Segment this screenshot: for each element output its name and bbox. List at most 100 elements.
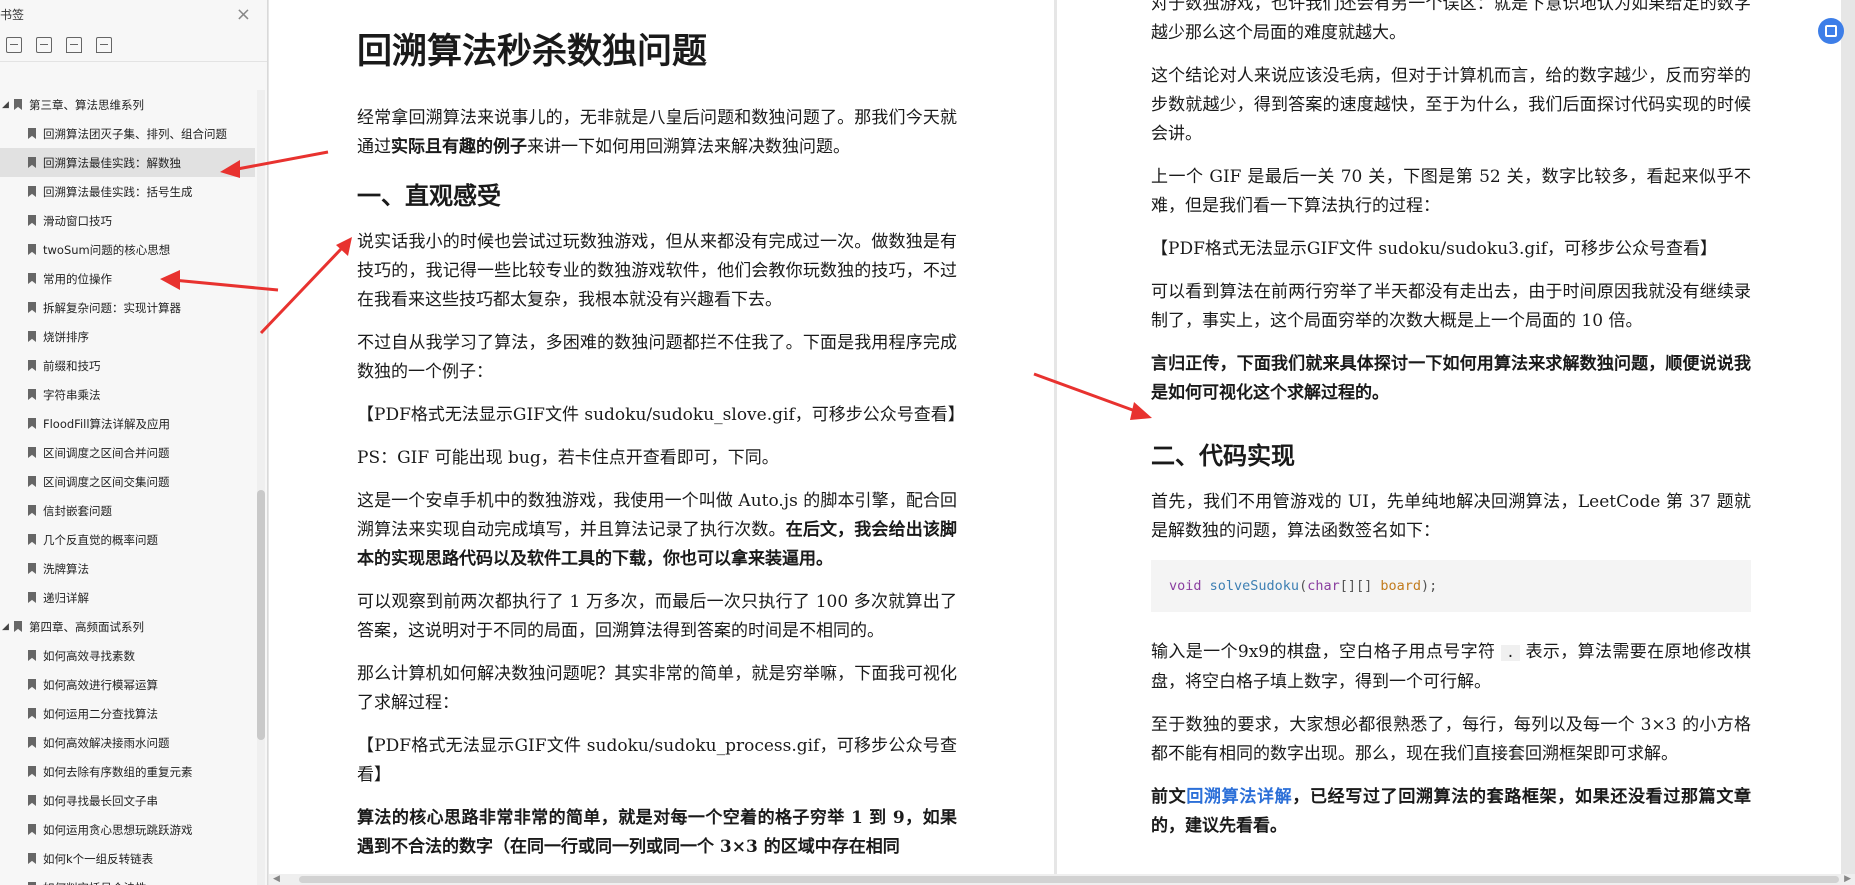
bookmark-chapter[interactable]: ◢ 第四章、高频面试系列 [0,612,255,641]
bookmark-icon [28,331,36,342]
bookmark-icon [14,99,22,110]
add-bookmark-icon[interactable] [66,36,82,53]
link-backtrack-article[interactable]: 回溯算法详解 [1186,787,1292,807]
bookmark-item-label: 常用的位操作 [43,271,112,286]
section-heading: 二、代码实现 [1151,441,1295,470]
bookmark-icon [28,215,36,226]
code-block: void solveSudoku(char[][] board); [1151,560,1751,612]
bookmark-item-label: 滑动窗口技巧 [43,213,112,228]
scroll-right-icon[interactable]: ▶ [1844,874,1851,884]
sidebar-title: 书签 [0,7,25,22]
bookmark-icon [28,186,36,197]
collapse-all-icon[interactable] [36,36,52,53]
bookmark-icon [28,563,36,574]
bookmark-item[interactable]: twoSum问题的核心思想 [0,235,255,264]
bookmark-item[interactable]: 如何判定括号合法性 [0,873,255,885]
bookmark-icon [28,447,36,458]
bookmark-item-label: 区间调度之区间合并问题 [43,445,170,460]
bookmark-item-label: 如何k个一组反转链表 [43,851,154,866]
collapse-triangle-icon[interactable]: ◢ [2,100,12,110]
scroll-left-icon[interactable]: ◀ [273,874,280,884]
bookmark-icon [28,128,36,139]
bookmark-item[interactable]: 回溯算法最佳实践：括号生成 [0,177,255,206]
bookmark-item[interactable]: 滑动窗口技巧 [0,206,255,235]
bookmark-icon [28,592,36,603]
gif-placeholder: 【PDF格式无法显示GIF文件 sudoku/sudoku3.gif，可移步公众… [1151,239,1717,259]
bookmark-item[interactable]: 如何高效进行模幂运算 [0,670,255,699]
bookmark-item-label: 前缀和技巧 [43,358,101,373]
paragraph: 这是一个安卓手机中的数独游戏，我使用一个叫做 Auto.js 的脚本引擎，配合回… [357,491,958,569]
gif-placeholder: 【PDF格式无法显示GIF文件 sudoku/sudoku_process.gi… [357,736,957,785]
bookmark-item-label: 字符串乘法 [43,387,101,402]
bookmark-item[interactable]: 区间调度之区间交集问题 [0,467,255,496]
bookmark-item[interactable]: 拆解复杂问题：实现计算器 [0,293,255,322]
horizontal-scrollbar[interactable]: ◀ ▶ [269,874,1855,885]
gif-placeholder: 【PDF格式无法显示GIF文件 sudoku/sudoku_slove.gif，… [357,405,965,425]
paragraph: 不过自从我学习了算法，多困难的数独问题都拦不住我了。下面是我用程序完成数独的一个… [357,333,957,382]
remove-bookmark-icon[interactable] [96,36,112,53]
bookmark-item[interactable]: 如何运用二分查找算法 [0,699,255,728]
bookmark-item-label: 如何寻找最长回文子串 [43,793,158,808]
bookmark-icon [28,273,36,284]
bookmark-chapter[interactable]: ◢ 第三章、算法思维系列 [0,90,255,119]
bookmark-icon [28,737,36,748]
bookmark-icon [28,824,36,835]
page-title: 回溯算法秒杀数独问题 [357,31,708,72]
bookmark-item[interactable]: 回溯算法最佳实践：解数独 [0,148,255,177]
bookmark-item[interactable]: 回溯算法团灭子集、排列、组合问题 [0,119,255,148]
window-icon [1825,25,1837,37]
bookmark-item[interactable]: 如何去除有序数组的重复元素 [0,757,255,786]
floating-action-button[interactable] [1818,18,1844,44]
horizontal-scrollbar-thumb[interactable] [299,876,1839,883]
paragraph: 前文回溯算法详解，已经写过了回溯算法的套路框架，如果还没看过那篇文章的，建议先看… [1151,787,1752,836]
bookmark-item[interactable]: FloodFill算法详解及应用 [0,409,255,438]
section-heading: 一、直观感受 [357,181,501,210]
bookmark-icon [28,534,36,545]
paragraph: 对于数独游戏，也许我们还会有另一个误区：就是下意识地认为如果给定的数字越少那么这… [1151,0,1751,43]
bookmark-item[interactable]: 几个反直觉的概率问题 [0,525,255,554]
bookmark-item[interactable]: 烧饼排序 [0,322,255,351]
bookmark-item-label: FloodFill算法详解及应用 [43,416,171,431]
bookmark-item-label: 拆解复杂问题：实现计算器 [43,300,181,315]
sidebar-scrollbar-thumb[interactable] [257,490,265,740]
bookmark-item[interactable]: 如何高效解决接雨水问题 [0,728,255,757]
paragraph: 至于数独的要求，大家想必都很熟悉了，每行，每列以及每一个 3×3 的小方格都不能… [1151,715,1751,764]
paragraph: 言归正传，下面我们就来具体探讨一下如何用算法来求解数独问题，顺便说说我是如何可视… [1151,354,1751,403]
bookmark-icon [28,505,36,516]
bookmark-sidebar: 书签 × ◢ 第三章、算法思维系列回溯算法团灭子集、排列、组合问题回溯算法最佳实践… [0,0,268,885]
bookmark-item[interactable]: 前缀和技巧 [0,351,255,380]
bookmark-icon [28,302,36,313]
close-icon[interactable]: × [236,4,251,25]
sidebar-scrollbar[interactable] [257,90,265,885]
collapse-triangle-icon[interactable]: ◢ [2,622,12,632]
bookmark-icon [28,418,36,429]
bookmark-item[interactable]: 信封嵌套问题 [0,496,255,525]
page-left: 回溯算法秒杀数独问题 经常拿回溯算法来说事儿的，无非就是八皇后问题和数独问题了。… [269,0,1054,874]
bookmark-item-label: 如何高效解决接雨水问题 [43,735,170,750]
bookmark-item[interactable]: 如何寻找最长回文子串 [0,786,255,815]
bookmark-item[interactable]: 递归详解 [0,583,255,612]
bookmark-item[interactable]: 如何k个一组反转链表 [0,844,255,873]
bookmark-item[interactable]: 字符串乘法 [0,380,255,409]
bookmark-chapter-label: 第四章、高频面试系列 [29,619,144,634]
bookmark-item[interactable]: 区间调度之区间合并问题 [0,438,255,467]
bookmark-item[interactable]: 如何高效寻找素数 [0,641,255,670]
bookmark-item-label: 回溯算法团灭子集、排列、组合问题 [43,126,227,141]
bookmark-icon [28,795,36,806]
bookmark-item-label: 洗牌算法 [43,561,89,576]
bookmark-item-label: 如何运用贪心思想玩跳跃游戏 [43,822,193,837]
bookmark-item[interactable]: 洗牌算法 [0,554,255,583]
bookmark-item-label: 区间调度之区间交集问题 [43,474,170,489]
expand-all-icon[interactable] [6,36,22,53]
bookmark-icon [28,244,36,255]
bookmark-icon [14,621,22,632]
bookmark-item[interactable]: 如何运用贪心思想玩跳跃游戏 [0,815,255,844]
paragraph: 经常拿回溯算法来说事儿的，无非就是八皇后问题和数独问题了。那我们今天就通过实际且… [357,108,957,157]
bookmark-item-label: 递归详解 [43,590,89,605]
bookmark-item[interactable]: 常用的位操作 [0,264,255,293]
document-viewer: 回溯算法秒杀数独问题 经常拿回溯算法来说事儿的，无非就是八皇后问题和数独问题了。… [269,0,1855,885]
bookmark-item-label: twoSum问题的核心思想 [43,242,171,257]
bookmark-icon [28,360,36,371]
bookmark-item-label: 烧饼排序 [43,329,89,344]
bookmark-icon [28,389,36,400]
